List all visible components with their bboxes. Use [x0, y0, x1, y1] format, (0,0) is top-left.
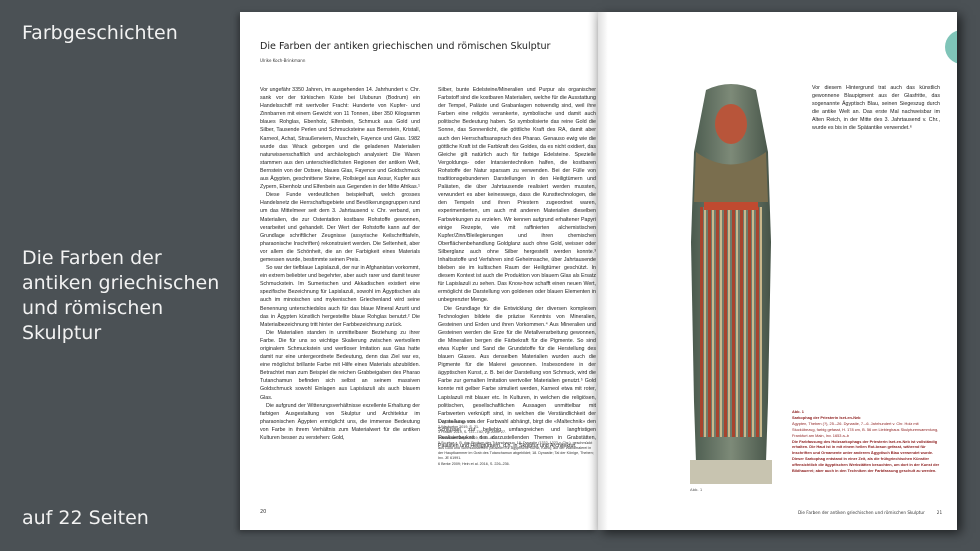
paragraph: Die aufgrund der Witterungsverhältnisse … [260, 402, 420, 442]
caption-description: Die Farbfassung des Holzsarkophags der P… [792, 438, 940, 474]
page-footer: Die Farben der antiken griechischen und … [798, 510, 942, 515]
right-page: Abb. 1 Vor diesem Hintergrund trat auch … [598, 12, 957, 530]
right-text-column: Vor diesem Hintergrund trat auch das kün… [812, 84, 940, 133]
left-page: Die Farben der antiken griechischen und … [240, 12, 598, 530]
paragraph: Vor diesem Hintergrund trat auch das kün… [812, 85, 940, 132]
accent-circle [945, 30, 957, 64]
footnote: 5 So etwa z. B. das Studium des Tutancha… [438, 440, 594, 461]
paragraph: Die Materialien standen in unmittelbarer… [260, 329, 420, 401]
text-column-1: Vor ungefähr 3350 Jahren, im ausgehenden… [260, 86, 420, 442]
text-column-2: Silber, bunte Edelsteine/Mineralien und … [438, 86, 596, 450]
page-number: 21 [936, 510, 943, 515]
figure-caption: Abb. 1 Sarkophag der Priesterin Iset-en-… [792, 409, 942, 474]
brand-title: Farbgeschichten [22, 22, 178, 44]
book-gutter [588, 12, 608, 530]
figure-label: Abb. 1 [690, 487, 703, 492]
pages-note: auf 22 Seiten [22, 507, 149, 529]
footer-title: Die Farben der antiken griechischen und … [798, 510, 925, 515]
sarcophagus-image [690, 84, 772, 484]
paragraph: Diese Funde verdeutlichen beispielhaft, … [260, 192, 420, 263]
page-title: Die Farben der antiken griechischen und … [260, 41, 551, 52]
paragraph: Vor ungefähr 3350 Jahren, im ausgehenden… [260, 87, 420, 191]
paragraph: So war der tiefblaue Lapislazuli, der nu… [260, 265, 420, 328]
footnotes: 1 Vgl. Bachhuber 2006. 2 Warburton 2019,… [438, 420, 596, 467]
article-title: Die Farben der antiken griechischen und … [22, 247, 220, 344]
footnote: 6 Berke 2009; Hein et al. 2016, S. 226–2… [438, 461, 510, 466]
page-number: 20 [260, 509, 267, 515]
caption-details: Ägypten, Theben (?), 25.–26. Dynastie, 7… [792, 420, 939, 438]
paragraph: Silber, bunte Edelsteine/Mineralien und … [438, 87, 596, 304]
author: Ulrike Koch-Brinkmann [260, 58, 306, 63]
